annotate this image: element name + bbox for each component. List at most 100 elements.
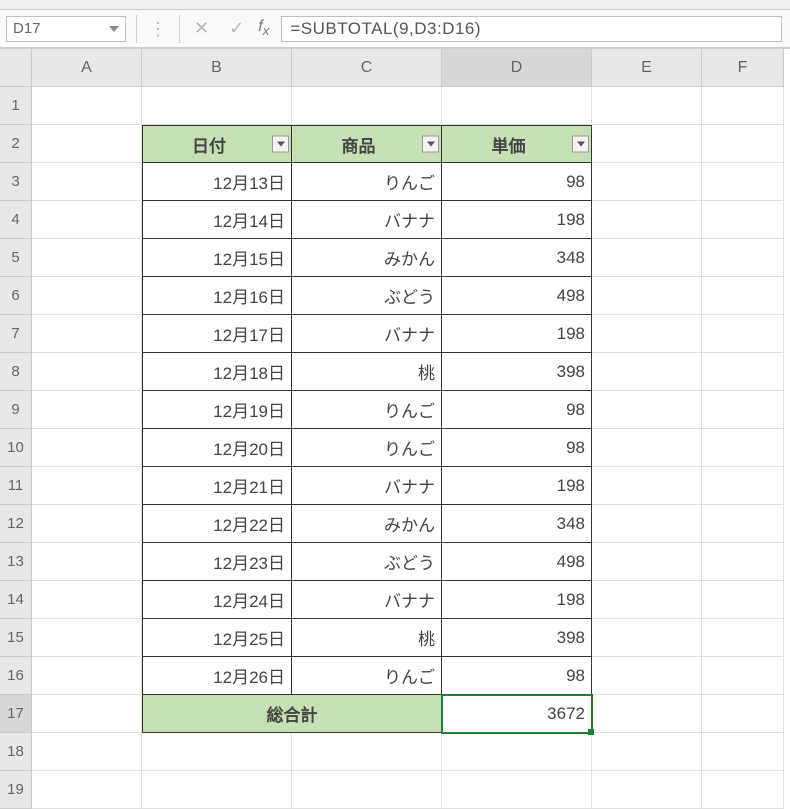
total-label[interactable]: 総合計 bbox=[142, 695, 442, 733]
cell-E2[interactable] bbox=[592, 125, 702, 163]
cell-F7[interactable] bbox=[702, 315, 784, 353]
table-header-price[interactable]: 単価 bbox=[442, 125, 592, 163]
cell-A19[interactable] bbox=[32, 771, 142, 809]
row-head-9[interactable]: 9 bbox=[0, 391, 32, 429]
col-head-C[interactable]: C bbox=[292, 49, 442, 87]
data-cell-C11[interactable]: バナナ bbox=[292, 467, 442, 505]
row-head-6[interactable]: 6 bbox=[0, 277, 32, 315]
data-cell-D6[interactable]: 498 bbox=[442, 277, 592, 315]
cell-A2[interactable] bbox=[32, 125, 142, 163]
cell-E17[interactable] bbox=[592, 695, 702, 733]
filter-button[interactable] bbox=[572, 136, 589, 153]
data-cell-B12[interactable]: 12月22日 bbox=[142, 505, 292, 543]
data-cell-B16[interactable]: 12月26日 bbox=[142, 657, 292, 695]
data-cell-B5[interactable]: 12月15日 bbox=[142, 239, 292, 277]
row-head-14[interactable]: 14 bbox=[0, 581, 32, 619]
data-cell-B10[interactable]: 12月20日 bbox=[142, 429, 292, 467]
data-cell-B7[interactable]: 12月17日 bbox=[142, 315, 292, 353]
data-cell-C10[interactable]: りんご bbox=[292, 429, 442, 467]
filter-button[interactable] bbox=[422, 136, 439, 153]
cell-B18[interactable] bbox=[142, 733, 292, 771]
cell-E14[interactable] bbox=[592, 581, 702, 619]
cell-A1[interactable] bbox=[32, 87, 142, 125]
cell-C19[interactable] bbox=[292, 771, 442, 809]
data-cell-C5[interactable]: みかん bbox=[292, 239, 442, 277]
row-head-8[interactable]: 8 bbox=[0, 353, 32, 391]
cell-A4[interactable] bbox=[32, 201, 142, 239]
col-head-F[interactable]: F bbox=[702, 49, 784, 87]
data-cell-D5[interactable]: 348 bbox=[442, 239, 592, 277]
confirm-icon[interactable]: ✓ bbox=[219, 18, 254, 39]
cell-E9[interactable] bbox=[592, 391, 702, 429]
cell-D18[interactable] bbox=[442, 733, 592, 771]
cell-D19[interactable] bbox=[442, 771, 592, 809]
cell-E10[interactable] bbox=[592, 429, 702, 467]
cell-A13[interactable] bbox=[32, 543, 142, 581]
name-box[interactable]: D17 bbox=[6, 16, 126, 42]
row-head-18[interactable]: 18 bbox=[0, 733, 32, 771]
cell-F3[interactable] bbox=[702, 163, 784, 201]
data-cell-B4[interactable]: 12月14日 bbox=[142, 201, 292, 239]
options-dots-icon[interactable]: ⋮ bbox=[141, 20, 175, 38]
col-head-E[interactable]: E bbox=[592, 49, 702, 87]
cell-E6[interactable] bbox=[592, 277, 702, 315]
data-cell-D16[interactable]: 98 bbox=[442, 657, 592, 695]
cell-F14[interactable] bbox=[702, 581, 784, 619]
cell-A18[interactable] bbox=[32, 733, 142, 771]
row-head-11[interactable]: 11 bbox=[0, 467, 32, 505]
fill-handle[interactable] bbox=[588, 729, 594, 735]
cell-A16[interactable] bbox=[32, 657, 142, 695]
row-head-7[interactable]: 7 bbox=[0, 315, 32, 353]
cell-B19[interactable] bbox=[142, 771, 292, 809]
data-cell-D7[interactable]: 198 bbox=[442, 315, 592, 353]
row-head-17[interactable]: 17 bbox=[0, 695, 32, 733]
row-head-16[interactable]: 16 bbox=[0, 657, 32, 695]
row-head-5[interactable]: 5 bbox=[0, 239, 32, 277]
cell-E16[interactable] bbox=[592, 657, 702, 695]
col-head-B[interactable]: B bbox=[142, 49, 292, 87]
cell-A17[interactable] bbox=[32, 695, 142, 733]
cell-E3[interactable] bbox=[592, 163, 702, 201]
cell-F10[interactable] bbox=[702, 429, 784, 467]
cell-F19[interactable] bbox=[702, 771, 784, 809]
cell-E8[interactable] bbox=[592, 353, 702, 391]
cell-F1[interactable] bbox=[702, 87, 784, 125]
cell-C18[interactable] bbox=[292, 733, 442, 771]
data-cell-C14[interactable]: バナナ bbox=[292, 581, 442, 619]
data-cell-C7[interactable]: バナナ bbox=[292, 315, 442, 353]
table-header-date[interactable]: 日付 bbox=[142, 125, 292, 163]
cell-A11[interactable] bbox=[32, 467, 142, 505]
data-cell-B13[interactable]: 12月23日 bbox=[142, 543, 292, 581]
data-cell-D4[interactable]: 198 bbox=[442, 201, 592, 239]
total-value-cell[interactable]: 3672 bbox=[442, 695, 592, 733]
filter-button[interactable] bbox=[272, 136, 289, 153]
data-cell-D12[interactable]: 348 bbox=[442, 505, 592, 543]
data-cell-B3[interactable]: 12月13日 bbox=[142, 163, 292, 201]
cell-A6[interactable] bbox=[32, 277, 142, 315]
cell-F4[interactable] bbox=[702, 201, 784, 239]
cell-F12[interactable] bbox=[702, 505, 784, 543]
cell-F11[interactable] bbox=[702, 467, 784, 505]
row-head-2[interactable]: 2 bbox=[0, 125, 32, 163]
row-head-10[interactable]: 10 bbox=[0, 429, 32, 467]
data-cell-C16[interactable]: りんご bbox=[292, 657, 442, 695]
cell-F9[interactable] bbox=[702, 391, 784, 429]
data-cell-B8[interactable]: 12月18日 bbox=[142, 353, 292, 391]
col-head-A[interactable]: A bbox=[32, 49, 142, 87]
row-head-12[interactable]: 12 bbox=[0, 505, 32, 543]
data-cell-D3[interactable]: 98 bbox=[442, 163, 592, 201]
cell-F15[interactable] bbox=[702, 619, 784, 657]
cell-B1[interactable] bbox=[142, 87, 292, 125]
cancel-icon[interactable]: ✕ bbox=[184, 18, 219, 39]
row-head-3[interactable]: 3 bbox=[0, 163, 32, 201]
cell-E1[interactable] bbox=[592, 87, 702, 125]
data-cell-C6[interactable]: ぶどう bbox=[292, 277, 442, 315]
cell-E19[interactable] bbox=[592, 771, 702, 809]
cell-E12[interactable] bbox=[592, 505, 702, 543]
data-cell-D13[interactable]: 498 bbox=[442, 543, 592, 581]
formula-input[interactable]: =SUBTOTAL(9,D3:D16) bbox=[281, 16, 782, 42]
select-all-corner[interactable] bbox=[0, 49, 32, 87]
cell-A15[interactable] bbox=[32, 619, 142, 657]
fx-icon[interactable]: fx bbox=[254, 18, 281, 38]
cell-E15[interactable] bbox=[592, 619, 702, 657]
